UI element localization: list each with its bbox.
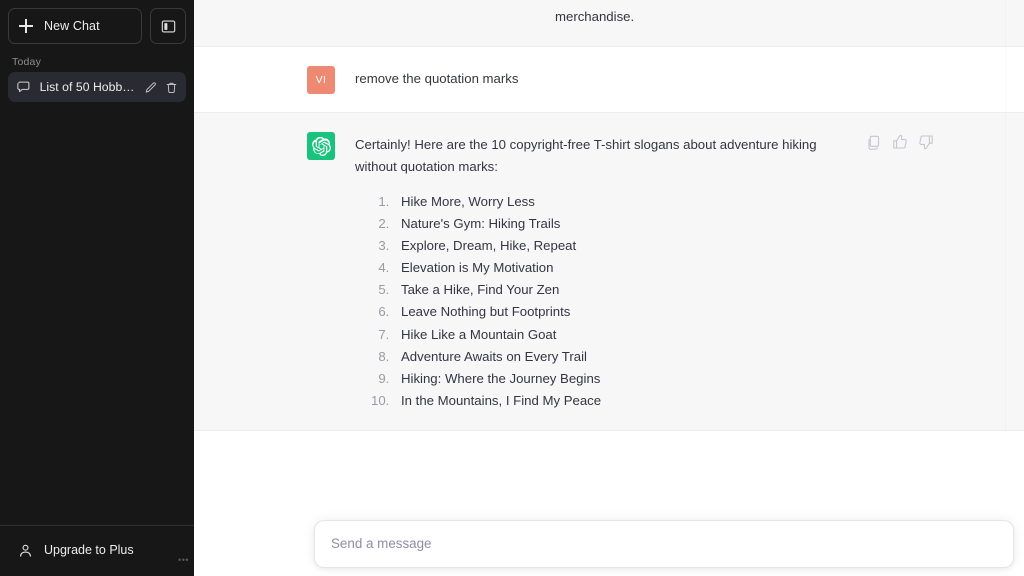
list-item: Explore, Dream, Hike, Repeat — [393, 235, 1024, 257]
list-item: Hike Like a Mountain Goat — [393, 324, 1024, 346]
chat-item-actions — [144, 81, 178, 94]
upgrade-to-plus-button[interactable]: Upgrade to Plus — [8, 532, 186, 568]
upgrade-to-plus-label: Upgrade to Plus — [44, 543, 134, 557]
message-text-assistant: Certainly! Here are the 10 copyright-fre… — [355, 137, 817, 174]
chat-list-item-title: List of 50 Hobbies — [39, 80, 135, 94]
list-item: Hiking: Where the Journey Begins — [393, 368, 1024, 390]
list-item: Leave Nothing but Footprints — [393, 301, 1024, 323]
partial-message-row: merchandise. — [194, 0, 1024, 47]
scrollbar-track[interactable] — [1005, 0, 1006, 576]
message-row-assistant: Certainly! Here are the 10 copyright-fre… — [194, 113, 1024, 431]
avatar-user: VI — [307, 66, 335, 94]
message-inner-assistant: Certainly! Here are the 10 copyright-fre… — [194, 113, 1024, 430]
copy-icon[interactable] — [866, 134, 882, 150]
sidebar-section-label: Today — [12, 56, 42, 68]
list-item: In the Mountains, I Find My Peace — [393, 390, 1024, 412]
chat-bubble-icon — [17, 81, 30, 93]
chat-history-list: List of 50 Hobbies — [0, 72, 194, 102]
message-row-user: VI remove the quotation marks — [194, 47, 1024, 113]
message-input[interactable] — [331, 534, 997, 554]
sidebar-footer: Upgrade to Plus — [0, 525, 194, 576]
message-body-user: remove the quotation marks — [355, 65, 1024, 94]
thumbs-down-icon[interactable] — [918, 134, 934, 150]
message-inner-user: VI remove the quotation marks — [194, 47, 1024, 112]
main-content: merchandise. VI remove the quotation mar… — [194, 0, 1024, 576]
avatar-assistant — [307, 132, 335, 160]
message-body-assistant: Certainly! Here are the 10 copyright-fre… — [355, 131, 1024, 412]
message-composer[interactable] — [314, 520, 1014, 568]
message-actions — [866, 131, 934, 150]
sidebar-header: New Chat — [0, 0, 194, 44]
plus-icon — [19, 19, 33, 33]
sidebar-toggle-icon — [161, 20, 175, 33]
new-chat-label: New Chat — [44, 19, 100, 33]
sidebar-overflow-dots[interactable]: ••• — [178, 556, 189, 565]
thumbs-up-icon[interactable] — [892, 134, 908, 150]
chat-list-item-active[interactable]: List of 50 Hobbies — [8, 72, 186, 102]
sidebar: New Chat Today List of 50 Hobbies Upgrad… — [0, 0, 194, 576]
trash-icon[interactable] — [165, 81, 178, 94]
new-chat-button[interactable]: New Chat — [8, 8, 142, 44]
list-item: Adventure Awaits on Every Trail — [393, 346, 1024, 368]
openai-logo-icon — [311, 136, 331, 156]
list-item: Hike More, Worry Less — [393, 191, 1024, 213]
conversation-thread: merchandise. VI remove the quotation mar… — [194, 0, 1024, 576]
pencil-icon[interactable] — [144, 81, 157, 94]
list-item: Elevation is My Motivation — [393, 257, 1024, 279]
list-item: Take a Hike, Find Your Zen — [393, 279, 1024, 301]
slogan-list: Hike More, Worry Less Nature's Gym: Hiki… — [355, 191, 1024, 411]
partial-message-text: merchandise. — [555, 9, 635, 24]
user-outline-icon — [20, 544, 31, 557]
list-item: Nature's Gym: Hiking Trails — [393, 213, 1024, 235]
sidebar-toggle-button[interactable] — [150, 8, 186, 44]
message-text-user: remove the quotation marks — [355, 71, 519, 86]
